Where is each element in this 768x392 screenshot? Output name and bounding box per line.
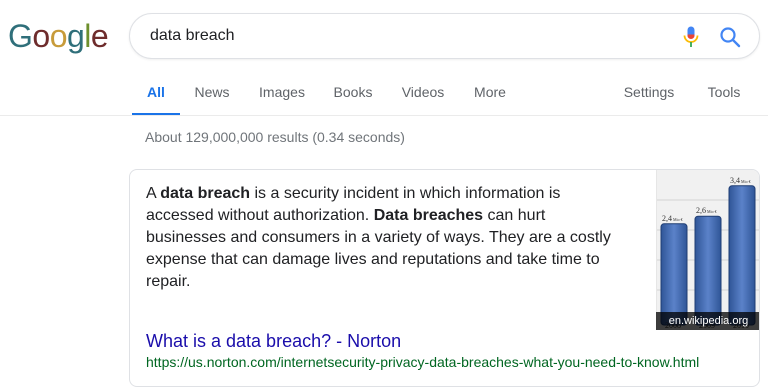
thumbnail-bar-label: 3,4 Mio € (730, 176, 751, 185)
result-url[interactable]: https://us.norton.com/internetsecurity-p… (146, 352, 699, 372)
logo-letter: g (66, 18, 85, 54)
search-input[interactable]: data breach (150, 14, 235, 58)
search-icon[interactable] (719, 26, 741, 48)
snippet-highlight: Data breaches (373, 207, 484, 224)
snippet-text: A (146, 185, 161, 202)
snippet-highlight: data breach (160, 185, 251, 202)
microphone-icon[interactable] (681, 26, 701, 48)
thumbnail-bar (660, 223, 688, 326)
thumbnail-source: en.wikipedia.org (656, 312, 759, 330)
tab-images[interactable]: Images (254, 78, 310, 116)
tab-settings[interactable]: Settings (620, 78, 678, 116)
search-tabs: All News Images Books Videos More Settin… (0, 78, 768, 116)
tab-videos[interactable]: Videos (397, 78, 449, 116)
result-stats: About 129,000,000 results (0.34 seconds) (145, 129, 405, 145)
result-title-link[interactable]: What is a data breach? - Norton (146, 329, 401, 353)
thumbnail-bar-label: 2,4 Mio € (662, 214, 683, 223)
search-box[interactable]: data breach (129, 13, 760, 59)
tab-all[interactable]: All (132, 78, 180, 116)
thumbnail-bar (728, 185, 756, 326)
thumbnail-bar-label: 2,6 Mio € (696, 206, 717, 215)
tab-more[interactable]: More (469, 78, 511, 116)
google-logo[interactable]: Google (8, 17, 109, 55)
tab-news[interactable]: News (190, 78, 234, 116)
tab-books[interactable]: Books (330, 78, 376, 116)
logo-letter: l (84, 18, 91, 54)
logo-letter: e (90, 18, 109, 54)
snippet-thumbnail[interactable]: 2,4 Mio €2,6 Mio €3,4 Mio € 200820092010 (656, 170, 759, 330)
logo-letter: G (8, 18, 33, 54)
tab-tools[interactable]: Tools (703, 78, 745, 116)
thumbnail-bar (694, 215, 722, 326)
featured-snippet: A data breach is a security incident in … (129, 169, 760, 387)
tabs-divider (0, 115, 768, 116)
logo-letter: o (32, 18, 50, 54)
logo-letter: o (49, 18, 68, 54)
thumbnail-bar-chart: 2,4 Mio €2,6 Mio €3,4 Mio € 200820092010 (657, 176, 759, 330)
snippet-description: A data breach is a security incident in … (146, 183, 626, 293)
